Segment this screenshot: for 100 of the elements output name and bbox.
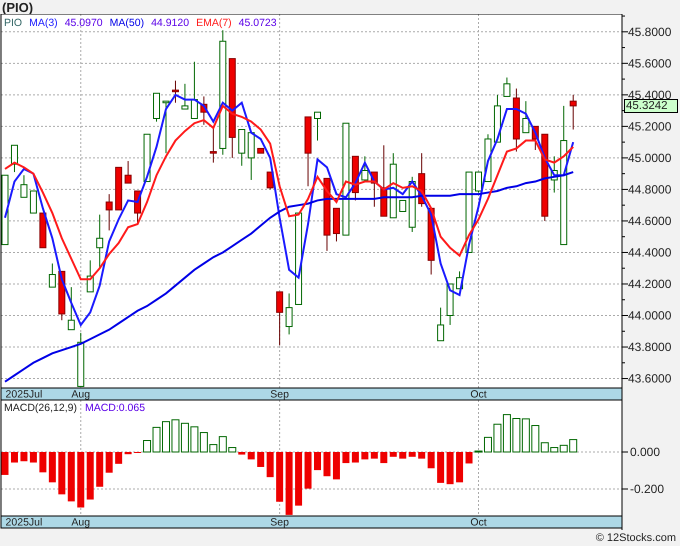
- histogram-bar: [96, 452, 104, 487]
- candlestick: [200, 96, 208, 126]
- histogram-bar: [512, 418, 520, 452]
- candlestick: [361, 156, 368, 182]
- candlestick: [172, 80, 179, 104]
- candlestick: [475, 172, 482, 194]
- price-axis-label: 45.0000: [628, 150, 672, 165]
- price-axis-label: 44.2000: [628, 276, 672, 291]
- candlestick: [248, 132, 255, 180]
- candlestick: [550, 156, 558, 194]
- histogram-bar: [390, 452, 397, 457]
- candlestick: [106, 194, 113, 231]
- date-label: Aug: [71, 516, 90, 528]
- histogram-bar: [466, 452, 473, 464]
- candlestick: [134, 190, 142, 224]
- candlestick: [48, 263, 56, 288]
- histogram-bar: [180, 422, 189, 452]
- price-axis-label: 45.2000: [628, 119, 672, 134]
- candlestick: [418, 152, 426, 208]
- candlestick: [257, 148, 264, 154]
- histogram-bar: [276, 452, 284, 502]
- candlestick: [437, 307, 444, 342]
- candlestick: [144, 134, 151, 182]
- histogram-bar: [446, 452, 454, 484]
- histogram-bar: [257, 452, 264, 467]
- price-axis-label: 43.8000: [628, 340, 672, 354]
- candlestick: [494, 94, 501, 143]
- legend-label: EMA(7): [196, 18, 232, 28]
- date-label: 2025Jul: [6, 516, 42, 528]
- date-label: Oct: [470, 516, 487, 528]
- legend-value: 45.0970: [64, 18, 103, 28]
- histogram-bar: [106, 452, 113, 473]
- candlestick: [153, 92, 160, 122]
- candlestick: [210, 127, 217, 164]
- date-label: Aug: [71, 388, 90, 400]
- macd-axis-label: 0.000: [630, 444, 660, 459]
- legend-label: MA(50): [110, 18, 144, 28]
- candlestick: [399, 200, 406, 212]
- histogram-bar: [502, 414, 511, 452]
- date-label: Sep: [270, 388, 289, 400]
- histogram-bar: [171, 419, 180, 452]
- date-label: Sep: [270, 516, 289, 528]
- histogram-bar: [314, 452, 321, 470]
- date-label: 2025Jul: [6, 388, 42, 400]
- legend-value: 45.0723: [238, 18, 277, 28]
- price-axis-label: 45.6000: [628, 56, 672, 70]
- histogram-bar: [238, 452, 246, 455]
- candlestick: [456, 270, 464, 290]
- candlestick: [86, 260, 94, 292]
- last-price-tag: 45.3242: [624, 98, 678, 113]
- candlestick: [370, 172, 378, 208]
- candlestick: [276, 291, 284, 346]
- candlestick: [162, 100, 170, 154]
- histogram-bar: [456, 452, 464, 482]
- candlestick: [58, 270, 66, 321]
- legend-value: 44.9120: [151, 18, 190, 28]
- candlestick: [96, 214, 104, 269]
- histogram-bar: [408, 452, 416, 457]
- histogram-bar: [295, 452, 302, 506]
- candlestick: [532, 126, 539, 151]
- histogram-bar: [428, 452, 435, 468]
- candlestick: [10, 144, 18, 173]
- histogram-bar: [115, 452, 122, 464]
- candlestick: [20, 174, 28, 198]
- candlestick: [181, 83, 188, 110]
- macd-axis-label: -0.200: [630, 482, 664, 496]
- price-axis-label: 44.4000: [628, 245, 672, 260]
- histogram-bar: [522, 418, 530, 452]
- price-axis-label: 44.6000: [628, 214, 672, 228]
- date-label: Oct: [470, 388, 487, 400]
- price-axis-label: 44.8000: [628, 182, 672, 196]
- histogram-bar: [286, 452, 293, 515]
- candlestick: [39, 212, 46, 248]
- candlestick: [190, 61, 198, 119]
- legend-label: MA(3): [29, 18, 58, 28]
- candlestick: [124, 160, 132, 184]
- candlestick: [512, 88, 520, 152]
- candlestick: [304, 116, 312, 187]
- histogram-bar: [304, 452, 312, 489]
- copyright-text: © 12Stocks.com: [596, 532, 676, 544]
- chart-title: (PIO): [2, 0, 34, 14]
- candlestick: [522, 100, 530, 134]
- candlestick: [503, 77, 510, 97]
- price-axis-label: 43.6000: [628, 372, 672, 386]
- candlestick: [446, 283, 454, 326]
- candlestick: [332, 208, 340, 242]
- price-axis-label: 44.0000: [628, 308, 672, 322]
- candlestick: [115, 166, 122, 210]
- macd-legend-value: MACD:0.065: [84, 403, 146, 414]
- candlestick: [266, 172, 274, 190]
- candlestick: [286, 292, 293, 335]
- candlestick: [68, 286, 75, 330]
- candlestick: [314, 112, 321, 142]
- histogram-bar: [437, 452, 444, 483]
- histogram-bar: [190, 426, 198, 452]
- candlestick: [30, 190, 37, 214]
- candlestick: [428, 208, 435, 276]
- candlestick: [238, 129, 246, 166]
- legend-label: PIO: [4, 18, 22, 28]
- histogram-bar: [124, 452, 132, 454]
